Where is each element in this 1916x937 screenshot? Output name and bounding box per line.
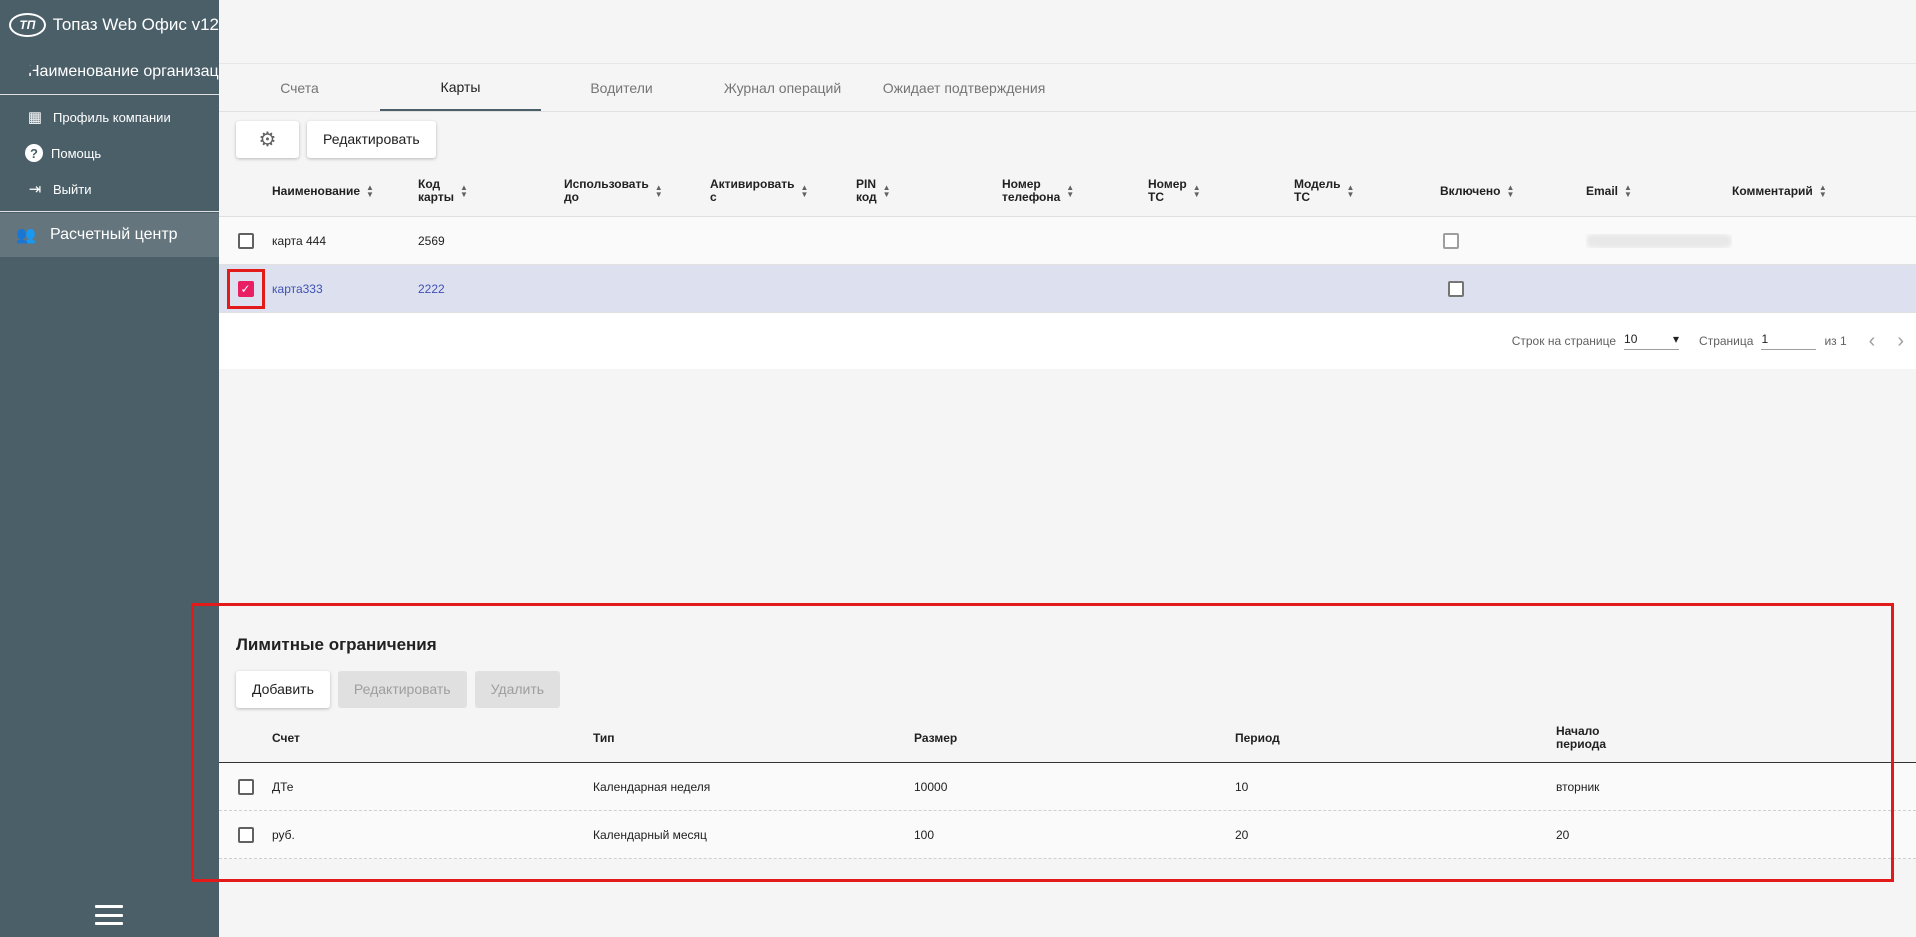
col-header-comment[interactable]: Комментарий ▲ ▼ bbox=[1732, 184, 1878, 198]
limits-table-header: Счет Тип Размер Период Начало периода bbox=[219, 713, 1916, 763]
sidebar-item-help[interactable]: ? Помощь bbox=[0, 135, 219, 171]
sidebar-item-settlement-center[interactable]: 👥 Расчетный центр bbox=[0, 213, 219, 257]
sidebar-item-label: Профиль компании bbox=[53, 109, 171, 125]
add-limit-button[interactable]: Добавить bbox=[236, 670, 330, 708]
sidebar-item-label: Помощь bbox=[51, 145, 102, 161]
card-name: карта333 bbox=[272, 281, 323, 296]
card-name: карта 444 bbox=[272, 233, 326, 248]
sort-icon: ▲ ▼ bbox=[1192, 183, 1201, 199]
col-header-period: Период bbox=[1235, 730, 1280, 745]
tab-pending-confirmation[interactable]: Ожидает подтверждения bbox=[863, 64, 1065, 111]
col-header-account: Счет bbox=[272, 730, 300, 745]
limit-row[interactable]: руб. Календарный месяц 100 20 20 bbox=[219, 811, 1916, 859]
sidebar-item-label: Выйти bbox=[53, 181, 92, 197]
col-header-period-start: Начало периода bbox=[1556, 724, 1607, 751]
sort-icon: ▲ ▼ bbox=[366, 184, 374, 198]
highlight-box: ✓ bbox=[226, 268, 265, 309]
cards-toolbar: ⚙ Редактировать bbox=[219, 112, 1916, 166]
group-icon: 👥 bbox=[16, 227, 36, 244]
tab-cards[interactable]: Карты bbox=[380, 64, 541, 111]
table-row-selected[interactable]: ✓ карта333 2222 bbox=[219, 265, 1916, 313]
col-header-phone[interactable]: Номер телефона ▲ ▼ bbox=[1002, 178, 1148, 204]
sort-icon: ▲ ▼ bbox=[1506, 184, 1515, 198]
sort-icon: ▲ ▼ bbox=[1624, 184, 1632, 198]
col-header-use-until[interactable]: Использовать до ▲ ▼ bbox=[564, 178, 710, 204]
col-header-activate-from[interactable]: Активировать с ▲ ▼ bbox=[710, 178, 856, 204]
sort-icon: ▲ ▼ bbox=[800, 183, 809, 199]
page-label: Страница bbox=[1699, 334, 1754, 348]
org-name-label: Наименование организации bbox=[28, 63, 219, 80]
org-name-item[interactable]: Наименование организации bbox=[0, 50, 219, 95]
tab-accounts[interactable]: Счета bbox=[219, 64, 380, 111]
col-header-code[interactable]: Код карты ▲ ▼ bbox=[418, 178, 564, 204]
row-checkbox[interactable] bbox=[237, 778, 254, 795]
sort-icon: ▲ ▼ bbox=[1818, 184, 1827, 198]
col-header-email[interactable]: Email ▲ ▼ bbox=[1586, 184, 1732, 198]
email-blurred bbox=[1586, 233, 1732, 248]
sort-icon: ▲ ▼ bbox=[1066, 183, 1075, 199]
gear-icon: ⚙ bbox=[258, 128, 277, 151]
card-code: 2569 bbox=[418, 233, 445, 248]
col-header-pin[interactable]: PIN код ▲ ▼ bbox=[856, 178, 1002, 204]
settings-button[interactable]: ⚙ bbox=[236, 120, 299, 158]
row-checkbox-checked[interactable]: ✓ bbox=[237, 280, 254, 297]
sidebar: ТП Топаз Web Офис v12 Наименование орган… bbox=[0, 0, 219, 937]
enabled-checkbox[interactable] bbox=[1443, 232, 1459, 249]
sort-icon: ▲ ▼ bbox=[1346, 183, 1355, 199]
tabs-bar: Счета Карты Водители Журнал операций Ожи… bbox=[219, 64, 1916, 112]
col-header-vehicle-model[interactable]: Модель ТС ▲ ▼ bbox=[1294, 178, 1440, 204]
edit-limit-button[interactable]: Редактировать bbox=[337, 670, 467, 708]
sidebar-item-logout[interactable]: ⇥ Выйти bbox=[0, 171, 219, 207]
col-header-name[interactable]: Наименование ▲ ▼ bbox=[272, 184, 418, 198]
app-title: Топаз Web Офис v12 bbox=[52, 15, 219, 34]
page-input[interactable]: 1 bbox=[1761, 332, 1817, 350]
top-bar bbox=[219, 0, 1916, 64]
building-icon: ▦ bbox=[27, 109, 43, 126]
rows-per-page-label: Строк на странице bbox=[1511, 334, 1617, 348]
limits-toolbar: Добавить Редактировать Удалить bbox=[219, 665, 1916, 713]
sort-icon: ▲ ▼ bbox=[654, 183, 663, 199]
row-checkbox[interactable] bbox=[237, 232, 254, 249]
sort-icon: ▲ ▼ bbox=[882, 183, 891, 199]
col-header-vehicle-number[interactable]: Номер ТС ▲ ▼ bbox=[1148, 178, 1294, 204]
prev-page-icon[interactable]: ‹ bbox=[1869, 330, 1876, 353]
tab-drivers[interactable]: Водители bbox=[541, 64, 702, 111]
col-header-size: Размер bbox=[914, 730, 958, 745]
limit-row[interactable]: ДТе Календарная неделя 10000 10 вторник bbox=[219, 763, 1916, 811]
hamburger-menu-icon[interactable] bbox=[95, 905, 123, 925]
enabled-checkbox[interactable] bbox=[1448, 280, 1464, 297]
sidebar-item-company-profile[interactable]: ▦ Профиль компании bbox=[0, 99, 219, 135]
delete-limit-button[interactable]: Удалить bbox=[474, 670, 561, 708]
rows-per-page-select[interactable]: 10 ▾ bbox=[1624, 332, 1680, 350]
limits-title: Лимитные ограничения bbox=[236, 635, 437, 654]
limits-panel: Лимитные ограничения Добавить Редактиров… bbox=[219, 620, 1916, 864]
col-header-type: Тип bbox=[593, 730, 615, 745]
tab-operations-log[interactable]: Журнал операций bbox=[702, 64, 863, 111]
card-code: 2222 bbox=[418, 281, 445, 296]
logout-icon: ⇥ bbox=[28, 181, 42, 198]
cards-table: Наименование ▲ ▼ Код карты ▲ ▼ Использовать до… bbox=[219, 166, 1916, 369]
sidebar-item-label: Расчетный центр bbox=[50, 226, 178, 243]
pagination: Строк на странице 10 ▾ Страница 1 из 1 ‹ … bbox=[219, 313, 1916, 369]
dropdown-arrow-icon: ▾ bbox=[1673, 332, 1680, 346]
next-page-icon[interactable]: › bbox=[1897, 330, 1904, 353]
main-content: Счета Карты Водители Журнал операций Ожи… bbox=[219, 0, 1916, 937]
table-row[interactable]: карта 444 2569 bbox=[219, 217, 1916, 265]
help-icon: ? bbox=[25, 144, 43, 162]
sidebar-menu: ▦ Профиль компании ? Помощь ⇥ Выйти bbox=[0, 95, 219, 212]
page-of-label: из 1 bbox=[1824, 334, 1847, 348]
col-header-enabled[interactable]: Включено ▲ ▼ bbox=[1440, 184, 1586, 198]
cards-table-header: Наименование ▲ ▼ Код карты ▲ ▼ Использовать до… bbox=[219, 166, 1916, 217]
edit-button[interactable]: Редактировать bbox=[307, 120, 436, 158]
topaz-logo-icon: ТП bbox=[9, 13, 46, 37]
row-checkbox[interactable] bbox=[237, 826, 254, 843]
app-brand[interactable]: ТП Топаз Web Офис v12 bbox=[0, 0, 219, 50]
sort-icon: ▲ ▼ bbox=[459, 183, 468, 199]
